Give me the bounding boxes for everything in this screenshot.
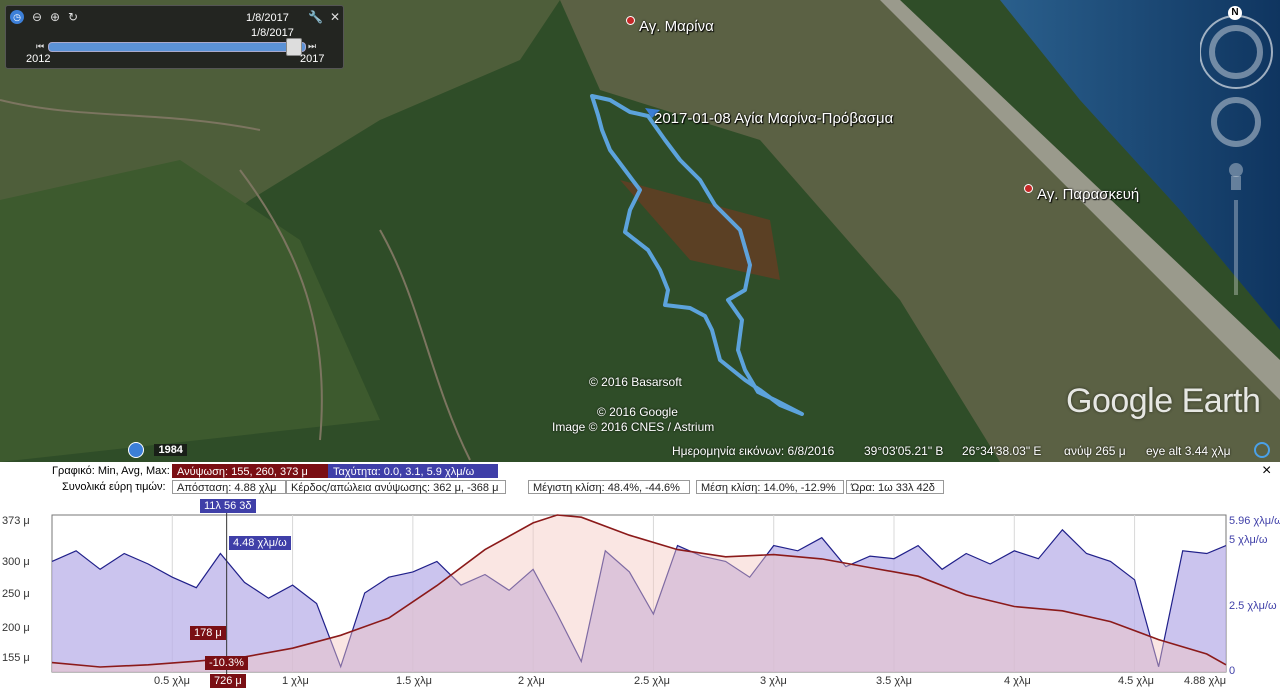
place-marker-icon: [626, 16, 635, 25]
step-back-icon[interactable]: ⏮: [33, 39, 47, 53]
elevation-readout: ανύψ 265 μ: [1064, 444, 1126, 458]
credit-imagery: Image © 2016 CNES / Astrium: [552, 420, 715, 434]
x-axis-tick: 4.5 χλμ: [1118, 675, 1154, 687]
x-axis-tick: 3 χλμ: [760, 675, 787, 687]
time-slider-panel[interactable]: ◷ ⊖ ⊕ ↻ 1/8/2017 🔧 ✕ 1/8/2017 ⏮ ⏭ 2012 2…: [5, 5, 344, 69]
zoom-in-icon[interactable]: ⊕: [48, 10, 62, 24]
step-forward-icon[interactable]: ⏭: [305, 39, 319, 53]
navigation-controls[interactable]: N: [1200, 0, 1280, 300]
clock-icon[interactable]: ◷: [10, 10, 24, 24]
left-axis-tick: 373 μ: [2, 515, 30, 527]
right-axis-tick: 2.5 χλμ/ω: [1229, 600, 1277, 612]
status-bar: Ημερομηνία εικόνων: 6/8/2016 39°03'05.21…: [0, 440, 1280, 462]
streaming-status-icon: [1254, 442, 1270, 458]
end-year: 2017: [300, 53, 325, 65]
track-label[interactable]: 2017-01-08 Αγία Μαρίνα-Πρόβασμα: [654, 110, 893, 127]
cursor-speed-badge: 4.48 χλμ/ω: [229, 536, 291, 550]
credit-google: © 2016 Google: [597, 405, 678, 419]
navigation-graphic: [1200, 15, 1273, 295]
zoom-out-icon[interactable]: ⊖: [30, 10, 44, 24]
credit-basarsoft: © 2016 Basarsoft: [589, 375, 682, 389]
x-axis-tick: 3.5 χλμ: [876, 675, 912, 687]
x-axis-tick: 0.5 χλμ: [154, 675, 190, 687]
latitude-readout: 39°03'05.21" Β: [864, 444, 944, 458]
google-earth-logo: Google Earth: [1066, 382, 1261, 420]
wrench-icon[interactable]: 🔧: [308, 10, 323, 24]
time-slider-track[interactable]: [48, 42, 306, 52]
settings-rotate-icon[interactable]: ↻: [66, 10, 80, 24]
x-axis-tick: 2 χλμ: [518, 675, 545, 687]
place-label[interactable]: Αγ. Παρασκευή: [1024, 184, 1139, 203]
left-axis-tick: 155 μ: [2, 652, 30, 664]
right-axis-tick: 5 χλμ/ω: [1229, 534, 1268, 546]
x-axis-tick: 1 χλμ: [282, 675, 309, 687]
cursor-slope-badge: -10.3%: [205, 656, 248, 670]
longitude-readout: 26°34'38.03" Ε: [962, 444, 1042, 458]
imagery-date: Ημερομηνία εικόνων: 6/8/2016: [672, 444, 835, 458]
cursor-elevation-badge: 178 μ: [190, 626, 226, 640]
left-axis-tick: 250 μ: [2, 588, 30, 600]
place-label[interactable]: Αγ. Μαρίνα: [626, 16, 714, 35]
map-view[interactable]: Αγ. Μαρίνα Αγ. Παρασκευή 2017-01-08 Αγία…: [0, 0, 1280, 462]
place-marker-icon: [1024, 184, 1033, 193]
x-axis-tick: 4.88 χλμ: [1184, 675, 1227, 687]
start-year: 2012: [26, 53, 51, 65]
current-date: 1/8/2017: [246, 12, 289, 24]
elevation-speed-chart[interactable]: [0, 462, 1280, 690]
elevation-profile-panel[interactable]: Γραφικό: Min, Avg, Max: Ανύψωση: 155, 26…: [0, 462, 1280, 690]
left-axis-tick: 300 μ: [2, 556, 30, 568]
cursor-distance-badge: 726 μ: [210, 674, 246, 688]
compass-north-icon[interactable]: N: [1228, 6, 1242, 20]
right-axis-tick: 0: [1229, 665, 1236, 677]
close-icon[interactable]: ✕: [328, 10, 342, 24]
left-axis-tick: 200 μ: [2, 622, 30, 634]
x-axis-tick: 1.5 χλμ: [396, 675, 432, 687]
x-axis-tick: 2.5 χλμ: [634, 675, 670, 687]
right-axis-tick: 5.96 χλμ/ω: [1229, 515, 1280, 527]
eye-alt-readout: eye alt 3.44 χλμ: [1146, 444, 1231, 458]
x-axis-tick: 4 χλμ: [1004, 675, 1031, 687]
cursor-time-badge: 11λ 56 3δ: [200, 499, 256, 513]
